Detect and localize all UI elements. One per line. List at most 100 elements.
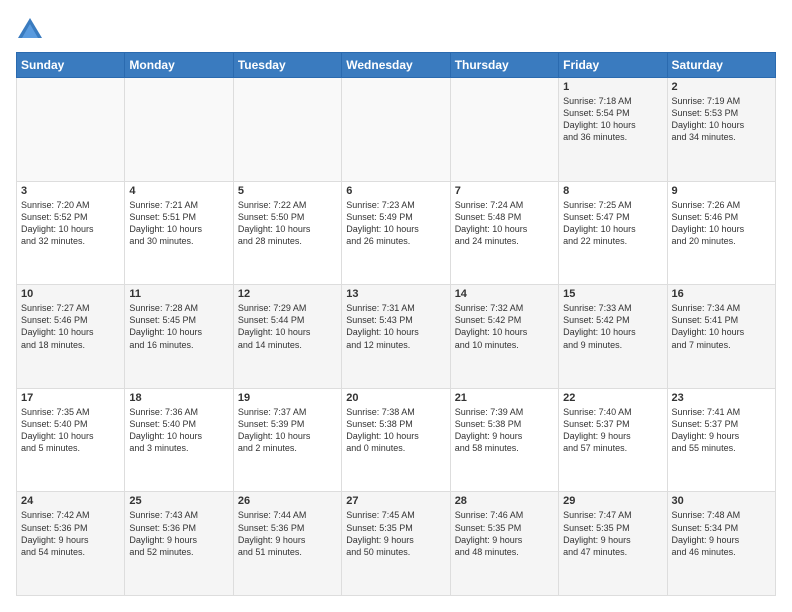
calendar-cell: 26 Sunrise: 7:44 AM Sunset: 5:36 PM Dayli…	[233, 492, 341, 596]
day-info: Sunrise: 7:35 AM Sunset: 5:40 PM Dayligh…	[21, 406, 120, 455]
day-info: Sunrise: 7:42 AM Sunset: 5:36 PM Dayligh…	[21, 509, 120, 558]
day-number: 13	[346, 288, 445, 300]
calendar-cell: 13 Sunrise: 7:31 AM Sunset: 5:43 PM Dayli…	[342, 285, 450, 389]
calendar-cell: 20 Sunrise: 7:38 AM Sunset: 5:38 PM Dayli…	[342, 388, 450, 492]
logo-icon	[16, 16, 44, 44]
day-number: 25	[129, 495, 228, 507]
day-info: Sunrise: 7:38 AM Sunset: 5:38 PM Dayligh…	[346, 406, 445, 455]
day-number: 3	[21, 185, 120, 197]
calendar-cell: 14 Sunrise: 7:32 AM Sunset: 5:42 PM Dayli…	[450, 285, 558, 389]
calendar-cell: 25 Sunrise: 7:43 AM Sunset: 5:36 PM Dayli…	[125, 492, 233, 596]
calendar-cell: 10Sunrise: 7:27 AM Sunset: 5:46 PM Dayli…	[17, 285, 125, 389]
day-number: 10	[21, 288, 120, 300]
page: SundayMondayTuesdayWednesdayThursdayFrid…	[0, 0, 792, 612]
day-number: 4	[129, 185, 228, 197]
calendar-cell: 21 Sunrise: 7:39 AM Sunset: 5:38 PM Dayli…	[450, 388, 558, 492]
calendar-header-row: SundayMondayTuesdayWednesdayThursdayFrid…	[17, 53, 776, 78]
calendar-cell: 27Sunrise: 7:45 AM Sunset: 5:35 PM Dayli…	[342, 492, 450, 596]
day-info: Sunrise: 7:48 AM Sunset: 5:34 PM Dayligh…	[672, 509, 771, 558]
day-info: Sunrise: 7:31 AM Sunset: 5:43 PM Dayligh…	[346, 302, 445, 351]
day-info: Sunrise: 7:20 AM Sunset: 5:52 PM Dayligh…	[21, 199, 120, 248]
calendar-cell: 17 Sunrise: 7:35 AM Sunset: 5:40 PM Dayli…	[17, 388, 125, 492]
calendar-cell: 4 Sunrise: 7:21 AM Sunset: 5:51 PM Daylig…	[125, 181, 233, 285]
day-number: 19	[238, 392, 337, 404]
week-row-2: 10Sunrise: 7:27 AM Sunset: 5:46 PM Dayli…	[17, 285, 776, 389]
calendar-cell	[125, 78, 233, 182]
day-info: Sunrise: 7:18 AM Sunset: 5:54 PM Dayligh…	[563, 95, 662, 144]
calendar-cell	[17, 78, 125, 182]
calendar-cell	[233, 78, 341, 182]
day-number: 28	[455, 495, 554, 507]
calendar-table: SundayMondayTuesdayWednesdayThursdayFrid…	[16, 52, 776, 596]
calendar-cell: 22Sunrise: 7:40 AM Sunset: 5:37 PM Dayli…	[559, 388, 667, 492]
header-wednesday: Wednesday	[342, 53, 450, 78]
day-number: 26	[238, 495, 337, 507]
calendar-cell: 16 Sunrise: 7:34 AM Sunset: 5:41 PM Dayli…	[667, 285, 775, 389]
day-number: 14	[455, 288, 554, 300]
day-info: Sunrise: 7:21 AM Sunset: 5:51 PM Dayligh…	[129, 199, 228, 248]
day-info: Sunrise: 7:39 AM Sunset: 5:38 PM Dayligh…	[455, 406, 554, 455]
day-info: Sunrise: 7:24 AM Sunset: 5:48 PM Dayligh…	[455, 199, 554, 248]
day-info: Sunrise: 7:44 AM Sunset: 5:36 PM Dayligh…	[238, 509, 337, 558]
calendar-cell: 18 Sunrise: 7:36 AM Sunset: 5:40 PM Dayli…	[125, 388, 233, 492]
day-number: 30	[672, 495, 771, 507]
header-tuesday: Tuesday	[233, 53, 341, 78]
calendar-cell	[450, 78, 558, 182]
calendar-cell: 19Sunrise: 7:37 AM Sunset: 5:39 PM Dayli…	[233, 388, 341, 492]
header-sunday: Sunday	[17, 53, 125, 78]
day-number: 15	[563, 288, 662, 300]
day-number: 7	[455, 185, 554, 197]
calendar-cell: 30 Sunrise: 7:48 AM Sunset: 5:34 PM Dayli…	[667, 492, 775, 596]
day-number: 17	[21, 392, 120, 404]
calendar-cell: 1 Sunrise: 7:18 AM Sunset: 5:54 PM Daylig…	[559, 78, 667, 182]
calendar-cell: 29 Sunrise: 7:47 AM Sunset: 5:35 PM Dayli…	[559, 492, 667, 596]
day-number: 29	[563, 495, 662, 507]
day-number: 23	[672, 392, 771, 404]
calendar-cell: 8Sunrise: 7:25 AM Sunset: 5:47 PM Daylig…	[559, 181, 667, 285]
day-number: 9	[672, 185, 771, 197]
calendar-cell: 5 Sunrise: 7:22 AM Sunset: 5:50 PM Daylig…	[233, 181, 341, 285]
week-row-4: 24 Sunrise: 7:42 AM Sunset: 5:36 PM Dayli…	[17, 492, 776, 596]
header-friday: Friday	[559, 53, 667, 78]
day-info: Sunrise: 7:43 AM Sunset: 5:36 PM Dayligh…	[129, 509, 228, 558]
calendar-cell	[342, 78, 450, 182]
calendar-cell: 3 Sunrise: 7:20 AM Sunset: 5:52 PM Daylig…	[17, 181, 125, 285]
day-number: 5	[238, 185, 337, 197]
header-saturday: Saturday	[667, 53, 775, 78]
day-info: Sunrise: 7:33 AM Sunset: 5:42 PM Dayligh…	[563, 302, 662, 351]
day-number: 16	[672, 288, 771, 300]
day-number: 21	[455, 392, 554, 404]
day-info: Sunrise: 7:34 AM Sunset: 5:41 PM Dayligh…	[672, 302, 771, 351]
day-info: Sunrise: 7:47 AM Sunset: 5:35 PM Dayligh…	[563, 509, 662, 558]
week-row-0: 1 Sunrise: 7:18 AM Sunset: 5:54 PM Daylig…	[17, 78, 776, 182]
calendar-cell: 2 Sunrise: 7:19 AM Sunset: 5:53 PM Daylig…	[667, 78, 775, 182]
day-number: 20	[346, 392, 445, 404]
day-info: Sunrise: 7:19 AM Sunset: 5:53 PM Dayligh…	[672, 95, 771, 144]
day-info: Sunrise: 7:36 AM Sunset: 5:40 PM Dayligh…	[129, 406, 228, 455]
calendar-cell: 9Sunrise: 7:26 AM Sunset: 5:46 PM Daylig…	[667, 181, 775, 285]
day-number: 11	[129, 288, 228, 300]
header	[16, 16, 776, 44]
calendar-cell: 28Sunrise: 7:46 AM Sunset: 5:35 PM Dayli…	[450, 492, 558, 596]
day-number: 2	[672, 81, 771, 93]
calendar-cell: 6Sunrise: 7:23 AM Sunset: 5:49 PM Daylig…	[342, 181, 450, 285]
day-info: Sunrise: 7:29 AM Sunset: 5:44 PM Dayligh…	[238, 302, 337, 351]
day-info: Sunrise: 7:40 AM Sunset: 5:37 PM Dayligh…	[563, 406, 662, 455]
day-number: 12	[238, 288, 337, 300]
day-number: 27	[346, 495, 445, 507]
day-number: 24	[21, 495, 120, 507]
day-number: 1	[563, 81, 662, 93]
logo	[16, 16, 46, 44]
day-info: Sunrise: 7:28 AM Sunset: 5:45 PM Dayligh…	[129, 302, 228, 351]
calendar-cell: 11 Sunrise: 7:28 AM Sunset: 5:45 PM Dayli…	[125, 285, 233, 389]
header-thursday: Thursday	[450, 53, 558, 78]
day-info: Sunrise: 7:25 AM Sunset: 5:47 PM Dayligh…	[563, 199, 662, 248]
day-number: 18	[129, 392, 228, 404]
header-monday: Monday	[125, 53, 233, 78]
day-info: Sunrise: 7:32 AM Sunset: 5:42 PM Dayligh…	[455, 302, 554, 351]
day-info: Sunrise: 7:22 AM Sunset: 5:50 PM Dayligh…	[238, 199, 337, 248]
week-row-1: 3 Sunrise: 7:20 AM Sunset: 5:52 PM Daylig…	[17, 181, 776, 285]
week-row-3: 17 Sunrise: 7:35 AM Sunset: 5:40 PM Dayli…	[17, 388, 776, 492]
calendar-cell: 15 Sunrise: 7:33 AM Sunset: 5:42 PM Dayli…	[559, 285, 667, 389]
calendar-cell: 24 Sunrise: 7:42 AM Sunset: 5:36 PM Dayli…	[17, 492, 125, 596]
